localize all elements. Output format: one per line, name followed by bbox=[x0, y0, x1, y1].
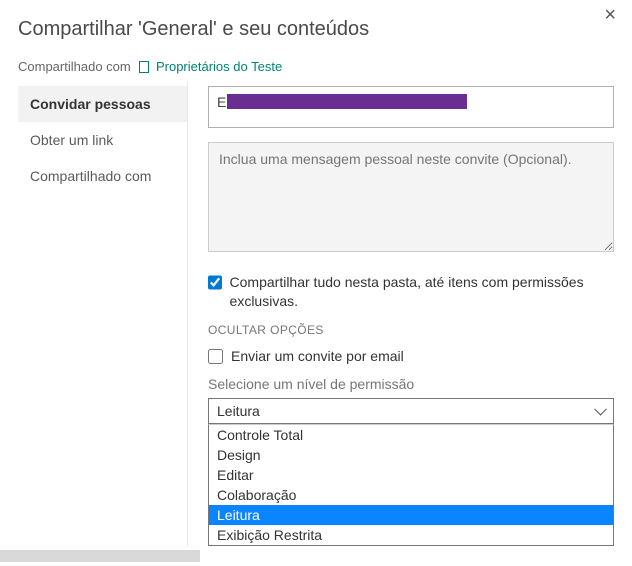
share-all-row: Compartilhar tudo nesta pasta, até itens… bbox=[208, 273, 614, 311]
permission-option[interactable]: Leitura bbox=[209, 505, 613, 525]
permission-selected[interactable]: Leitura bbox=[208, 398, 614, 424]
footer-strip bbox=[0, 550, 200, 562]
hide-options-link[interactable]: OCULTAR OPÇÕES bbox=[208, 323, 614, 337]
permission-option[interactable]: Exibição Restrita bbox=[209, 525, 613, 545]
sidebar: Convidar pessoas Obter um link Compartil… bbox=[18, 82, 188, 546]
permission-label: Selecione um nível de permissão bbox=[208, 376, 614, 392]
send-email-row: Enviar um convite por email bbox=[208, 347, 614, 366]
message-textarea[interactable] bbox=[208, 142, 614, 252]
sidebar-item-invite[interactable]: Convidar pessoas bbox=[18, 86, 187, 122]
sidebar-item-label: Compartilhado com bbox=[30, 168, 151, 184]
sidebar-item-label: Convidar pessoas bbox=[30, 96, 151, 112]
main-pane: E Compartilhar tudo nesta pasta, até ite… bbox=[208, 82, 614, 546]
permission-option[interactable]: Editar bbox=[209, 465, 613, 485]
page-icon bbox=[139, 61, 149, 73]
permission-option[interactable]: Controle Total bbox=[209, 425, 613, 445]
share-dialog: × Compartilhar 'General' e seu conteúdos… bbox=[0, 0, 632, 546]
send-email-label: Enviar um convite por email bbox=[231, 347, 404, 366]
share-all-checkbox[interactable] bbox=[208, 275, 222, 290]
dialog-title: Compartilhar 'General' e seu conteúdos bbox=[18, 18, 614, 41]
send-email-checkbox[interactable] bbox=[208, 349, 223, 364]
permission-dropdown: Controle Total Design Editar Colaboração… bbox=[208, 424, 614, 546]
share-all-label: Compartilhar tudo nesta pasta, até itens… bbox=[230, 273, 614, 311]
permission-select[interactable]: Leitura Controle Total Design Editar Col… bbox=[208, 398, 614, 546]
close-button[interactable]: × bbox=[598, 4, 622, 26]
permission-option[interactable]: Design bbox=[209, 445, 613, 465]
shared-with-label: Compartilhado com bbox=[18, 59, 131, 74]
people-prefix: E bbox=[217, 94, 226, 110]
permission-option[interactable]: Colaboração bbox=[209, 485, 613, 505]
sidebar-item-link[interactable]: Obter um link bbox=[18, 122, 187, 158]
owners-link[interactable]: Proprietários do Teste bbox=[156, 59, 282, 74]
sidebar-item-shared[interactable]: Compartilhado com bbox=[18, 158, 187, 194]
people-input[interactable]: E bbox=[208, 86, 614, 128]
people-chip-redacted bbox=[227, 94, 467, 109]
shared-with-line: Compartilhado com Proprietários do Teste bbox=[18, 59, 614, 74]
sidebar-item-label: Obter um link bbox=[30, 132, 113, 148]
